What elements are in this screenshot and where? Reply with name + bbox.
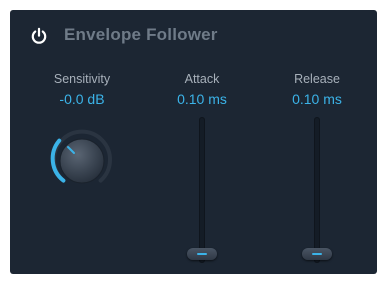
sensitivity-knob[interactable] bbox=[47, 123, 117, 193]
attack-thumb-indicator bbox=[197, 253, 207, 255]
release-slider-thumb[interactable] bbox=[302, 248, 332, 260]
attack-slider-thumb[interactable] bbox=[187, 248, 217, 260]
sensitivity-knob-graphic bbox=[50, 129, 112, 184]
envelope-follower-panel: Envelope Follower Sensitivity -0.0 dB At… bbox=[10, 10, 377, 274]
release-thumb-indicator bbox=[312, 253, 322, 255]
attack-label: Attack bbox=[184, 72, 220, 86]
sensitivity-label: Sensitivity bbox=[53, 72, 111, 86]
release-value[interactable]: 0.10 ms bbox=[262, 91, 372, 107]
power-button[interactable] bbox=[29, 26, 49, 46]
power-icon bbox=[31, 27, 47, 44]
release-label: Release bbox=[294, 72, 340, 86]
plugin-title: Envelope Follower bbox=[64, 25, 218, 44]
attack-value[interactable]: 0.10 ms bbox=[147, 91, 257, 107]
sensitivity-value[interactable]: -0.0 dB bbox=[27, 91, 137, 107]
attack-slider-track[interactable] bbox=[199, 117, 205, 263]
release-slider-track[interactable] bbox=[314, 117, 320, 263]
